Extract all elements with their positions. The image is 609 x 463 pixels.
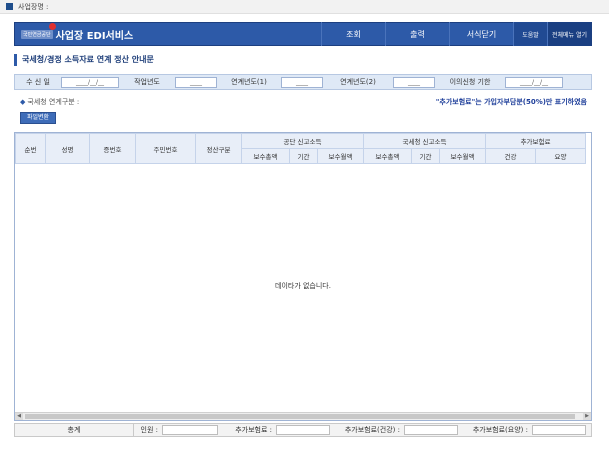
data-grid: 순번 성명 증번호 주민번호 정산구분 공단 신고소득 국세청 신고소득 추가보… [14, 132, 592, 421]
diamond-bullet-icon: ◆ [20, 98, 26, 106]
col-name[interactable]: 성명 [45, 133, 90, 164]
group-nts-income: 국세청 신고소득 [362, 133, 487, 149]
col-nts-monthly[interactable]: 보수월액 [438, 148, 487, 164]
top-info-bar: 사업장명 : [0, 0, 609, 14]
page-title: 국세청/경정 소득자료 연계 정산 안내문 [14, 54, 154, 66]
extra-health-label: 추가보험료(건강) : [344, 426, 400, 434]
col-extra-care[interactable]: 요양 [535, 148, 587, 164]
extra-premium-field[interactable] [276, 425, 330, 435]
group-extra-premium: 추가보험료 [485, 133, 587, 149]
link-year2-label: 연계년도(2) [340, 78, 376, 86]
app-header: 국민연금공단 사업장 EDI서비스 조회 출력 서식닫기 도움말 전체메뉴 열기 [14, 22, 592, 46]
col-cert-no[interactable]: 증번호 [89, 133, 136, 164]
extra-care-label: 추가보험료(요양) : [472, 426, 528, 434]
logo-dot-icon [49, 22, 56, 30]
all-menu-button[interactable]: 전체메뉴 열기 [547, 22, 591, 46]
totals-label: 총계 [67, 426, 81, 434]
grid-header: 순번 성명 증번호 주민번호 정산구분 공단 신고소득 국세청 신고소득 추가보… [15, 133, 587, 164]
col-seq[interactable]: 순번 [15, 133, 46, 164]
col-settle-type[interactable]: 정산구분 [195, 133, 242, 164]
group-nps-income: 공단 신고소득 [241, 133, 364, 149]
col-nps-monthly[interactable]: 보수월액 [317, 148, 364, 164]
receipt-date-field[interactable]: ____/__/__ [61, 76, 119, 88]
nav-print-button[interactable]: 출력 [385, 22, 449, 46]
link-year2-field[interactable]: ____ [393, 76, 435, 88]
logo: 국민연금공단 사업장 EDI서비스 [15, 22, 155, 42]
window-icon [6, 3, 13, 10]
deadline-label: 이의신청 기한 [449, 78, 491, 86]
work-year-field[interactable]: ____ [175, 76, 217, 88]
col-extra-health[interactable]: 건강 [485, 148, 537, 164]
header-nav: 조회 출력 서식닫기 도움말 전체메뉴 열기 [321, 22, 591, 46]
scroll-right-icon[interactable]: ▶ [583, 413, 591, 420]
business-name-label: 사업장명 : [18, 2, 49, 11]
col-nts-period[interactable]: 기간 [411, 148, 440, 164]
col-nps-period[interactable]: 기간 [289, 148, 318, 164]
extra-care-field[interactable] [532, 425, 586, 435]
horizontal-scrollbar[interactable]: ◀ ▶ [15, 412, 591, 420]
scroll-thumb[interactable] [25, 414, 575, 419]
col-rrn[interactable]: 주민번호 [135, 133, 196, 164]
persons-field[interactable] [162, 425, 218, 435]
empty-message: 데이타가 없습니다. [275, 282, 331, 290]
nav-inquiry-button[interactable]: 조회 [321, 22, 385, 46]
scroll-left-icon[interactable]: ◀ [15, 413, 23, 420]
col-nts-total[interactable]: 보수총액 [363, 148, 412, 164]
help-button[interactable]: 도움말 [513, 22, 547, 46]
receipt-date-label: 수 신 일 [26, 78, 50, 86]
link-year1-label: 연계년도(1) [231, 78, 267, 86]
filter-bar: 수 신 일 ____/__/__ 작업년도 ____ 연계년도(1) ____ … [14, 74, 592, 90]
col-nps-total[interactable]: 보수총액 [241, 148, 290, 164]
file-convert-button[interactable]: 파일변환 [20, 112, 56, 124]
nav-close-form-button[interactable]: 서식닫기 [449, 22, 513, 46]
extra-health-field[interactable] [404, 425, 458, 435]
app-title: 사업장 EDI서비스 [55, 30, 134, 42]
link-type-row: ◆ 국세청 연계구분 : [20, 97, 79, 107]
extra-premium-label: 추가보험료 : [235, 426, 272, 434]
totals-bar: 총계 인원 : 추가보험료 : 추가보험료(건강) : 추가보험료(요양) : [14, 423, 592, 437]
work-year-label: 작업년도 [134, 78, 160, 86]
notice-text: "추가보험료"는 가입자부담분(50%)만 표기하였음 [435, 98, 587, 106]
deadline-field[interactable]: ____/__/__ [505, 76, 563, 88]
persons-label: 인원 : [140, 426, 158, 434]
org-badge: 국민연금공단 [21, 29, 53, 39]
link-type-label: 국세청 연계구분 : [27, 98, 80, 106]
link-year1-field[interactable]: ____ [281, 76, 323, 88]
